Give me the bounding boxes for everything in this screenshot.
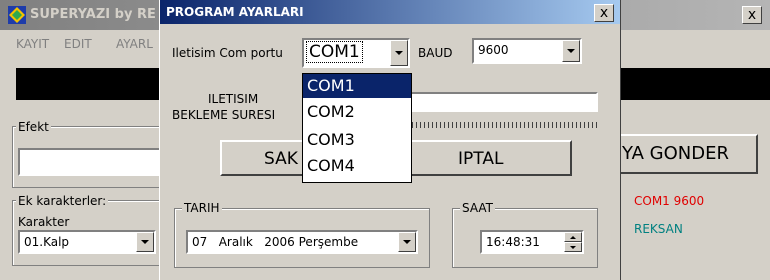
dialog-close-button[interactable]: x <box>594 4 614 22</box>
cancel-button[interactable]: IPTAL <box>402 140 572 176</box>
status-port-text: COM1 9600 <box>634 194 705 208</box>
baud-value: 9600 <box>478 43 509 57</box>
dialog-title: PROGRAM AYARLARI <box>166 5 304 19</box>
time-picker[interactable]: 16:48:31 <box>480 230 584 254</box>
save-button-label: SAK <box>264 149 298 169</box>
date-dropdown-button[interactable] <box>398 232 416 252</box>
tarih-label: TARIH <box>182 201 222 215</box>
menu-item-ayarlar[interactable]: AYARL <box>116 37 153 51</box>
com-port-combo[interactable]: COM1 <box>302 38 410 68</box>
com-option-2[interactable]: COM2 <box>303 98 411 126</box>
com-port-dropdown-list: COM1 COM2 COM3 COM4 <box>302 73 412 183</box>
karakter-dropdown-button[interactable] <box>136 232 154 252</box>
app-logo-icon <box>8 6 26 24</box>
dialog-titlebar: PROGRAM AYARLARI <box>160 0 620 24</box>
menu-item-kayit[interactable]: KAYIT <box>16 37 49 51</box>
wait-label-line2: BEKLEME SURESI <box>172 108 276 122</box>
led-display-preview <box>16 68 166 100</box>
chevron-down-icon <box>403 240 411 244</box>
baud-dropdown-button[interactable] <box>562 40 580 62</box>
com-option-1[interactable]: COM1 <box>303 74 411 98</box>
send-button[interactable]: YA GONDER <box>612 134 758 174</box>
karakter-combo[interactable]: 01.Kalp <box>18 230 156 254</box>
com-option-4[interactable]: COM4 <box>303 154 411 182</box>
karakter-label: Karakter <box>18 215 70 229</box>
com-option-3[interactable]: COM3 <box>303 126 411 154</box>
date-picker[interactable]: 07 Aralık 2006 Perşembe <box>186 230 418 254</box>
com-port-label: Iletisim Com portu <box>172 46 283 60</box>
karakter-value: 01.Kalp <box>24 235 70 249</box>
efekt-label: Efekt <box>16 120 51 134</box>
chevron-down-icon <box>395 51 403 55</box>
close-icon: x <box>599 5 609 21</box>
date-value: 07 Aralık 2006 Perşembe <box>192 235 359 249</box>
send-button-label: YA GONDER <box>622 143 729 164</box>
chevron-down-icon <box>567 49 575 53</box>
spin-down-button[interactable] <box>564 242 582 252</box>
time-value: 16:48:31 <box>486 235 540 249</box>
chevron-up-icon <box>570 236 576 239</box>
chevron-down-icon <box>570 246 576 249</box>
baud-label: BAUD <box>418 46 453 60</box>
status-company-text: REKSAN <box>634 222 683 236</box>
wait-label-line1: ILETISIM <box>208 92 259 106</box>
main-menubar: KAYIT EDIT AYARL <box>0 30 160 60</box>
saat-label: SAAT <box>460 201 495 215</box>
program-settings-dialog: PROGRAM AYARLARI x Iletisim Com portu CO… <box>160 0 620 280</box>
main-window-title: SUPERYAZI by RE <box>30 7 156 22</box>
close-icon: x <box>747 7 757 23</box>
wait-time-input[interactable] <box>408 92 598 112</box>
wait-time-slider[interactable] <box>408 122 598 128</box>
baud-combo[interactable]: 9600 <box>472 38 582 64</box>
cancel-button-label: IPTAL <box>458 149 504 169</box>
com-port-value: COM1 <box>306 41 363 63</box>
led-display-preview-right <box>620 68 770 100</box>
time-spinner[interactable] <box>564 232 582 252</box>
efekt-input[interactable] <box>18 148 164 176</box>
com-port-dropdown-button[interactable] <box>390 40 408 66</box>
main-close-button[interactable]: x <box>742 6 762 24</box>
chevron-down-icon <box>141 240 149 244</box>
menu-item-edit[interactable]: EDIT <box>64 37 92 51</box>
ek-karakterler-label: Ek karakterler: <box>16 194 109 208</box>
spin-up-button[interactable] <box>564 232 582 242</box>
